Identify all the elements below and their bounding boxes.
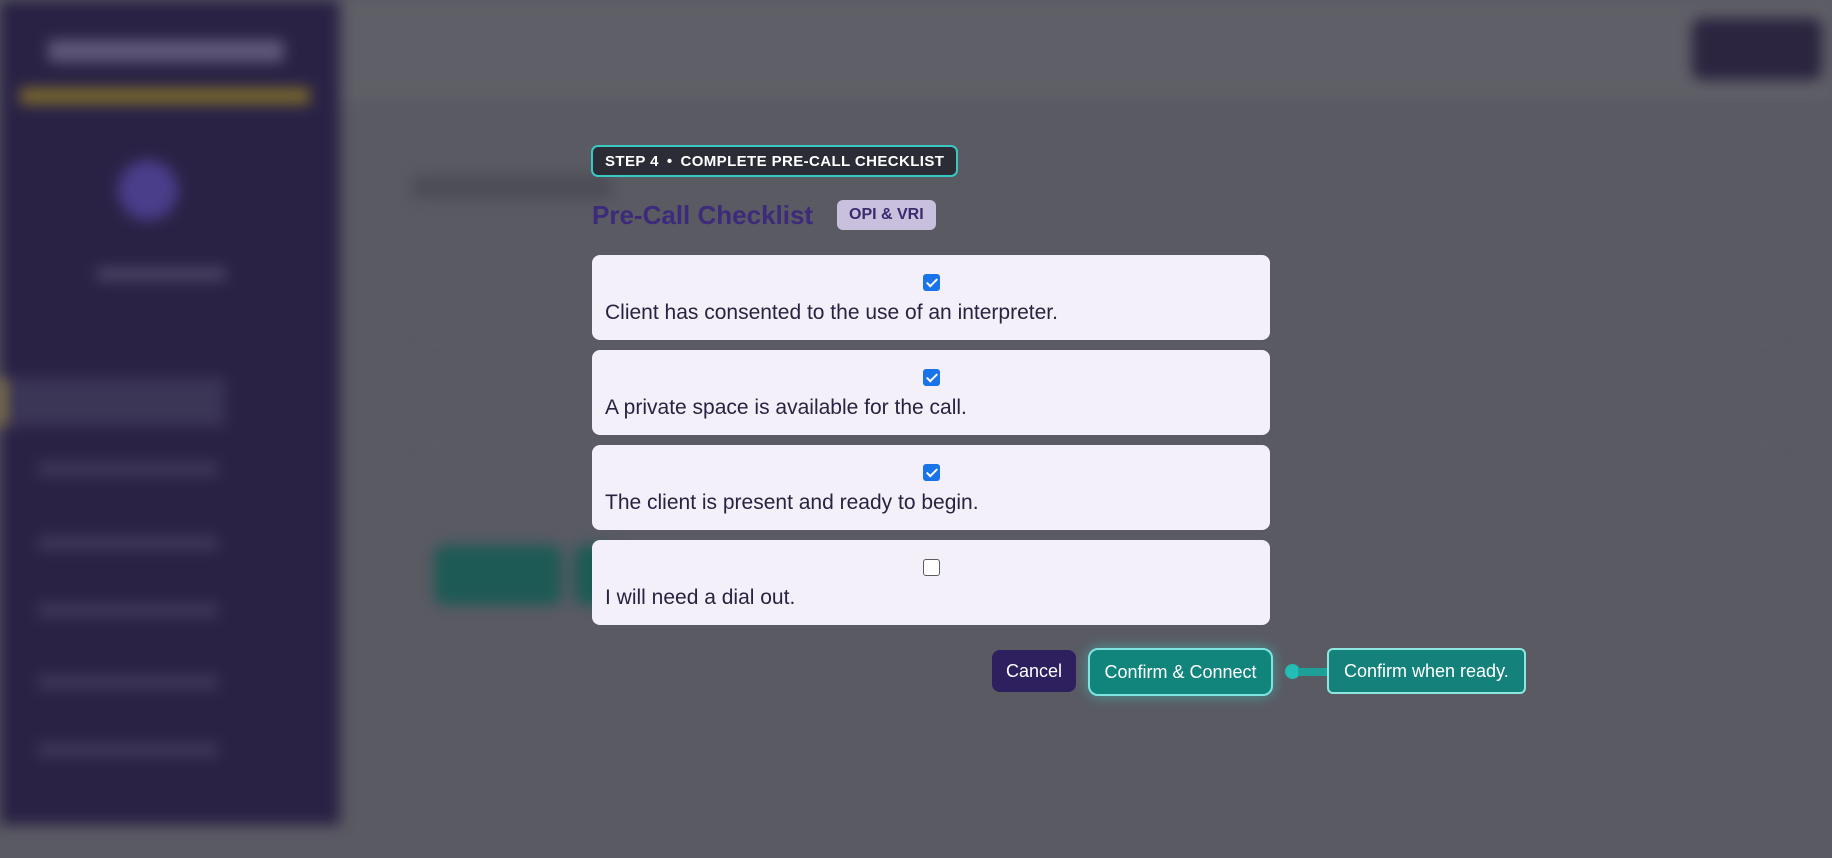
step-text: COMPLETE PRE-CALL CHECKLIST	[680, 152, 945, 170]
step-badge: STEP 4 • COMPLETE PRE-CALL CHECKLIST	[591, 145, 959, 177]
confirm-connect-button[interactable]: Confirm & Connect	[1088, 648, 1273, 696]
checklist-label: Client has consented to the use of an in…	[605, 301, 1058, 324]
sidebar-item	[38, 603, 218, 617]
cancel-button[interactable]: Cancel	[992, 650, 1076, 692]
top-bar-blurred	[340, 0, 1832, 100]
user-name-blurred	[96, 268, 226, 280]
sidebar-blurred	[0, 0, 340, 825]
primary-button-blurred	[434, 545, 562, 605]
checklist-label: A private space is available for the cal…	[605, 396, 967, 419]
top-action-blurred	[1692, 18, 1822, 80]
checklist-label: I will need a dial out.	[605, 586, 796, 609]
sidebar-item-active	[0, 378, 225, 426]
sidebar-item	[38, 536, 218, 550]
avatar	[118, 160, 178, 220]
checklist-label: The client is present and ready to begin…	[605, 491, 979, 514]
logo-blurred	[48, 40, 284, 62]
checklist-item-client-present[interactable]: The client is present and ready to begin…	[592, 445, 1270, 530]
checkbox-private-space[interactable]	[923, 369, 940, 386]
step-number: STEP 4	[605, 152, 659, 170]
checkbox-dial-out[interactable]	[923, 559, 940, 576]
content-title-blurred	[412, 176, 612, 198]
checklist-item-dial-out[interactable]: I will need a dial out.	[592, 540, 1270, 625]
checklist-item-consent[interactable]: Client has consented to the use of an in…	[592, 255, 1270, 340]
sidebar-item	[38, 462, 218, 476]
checkbox-consent[interactable]	[923, 274, 940, 291]
mode-pill: OPI & VRI	[837, 200, 936, 230]
step-separator: •	[666, 152, 673, 170]
sidebar-item	[38, 743, 218, 757]
tooltip-connector-line	[1298, 668, 1328, 676]
checklist: Client has consented to the use of an in…	[592, 255, 1270, 625]
guide-tooltip: Confirm when ready.	[1327, 648, 1526, 694]
sidebar-tagline-blurred	[20, 88, 310, 104]
modal-title: Pre-Call Checklist	[592, 200, 814, 230]
sidebar-item	[38, 675, 218, 689]
checklist-item-private-space[interactable]: A private space is available for the cal…	[592, 350, 1270, 435]
checkbox-client-present[interactable]	[923, 464, 940, 481]
